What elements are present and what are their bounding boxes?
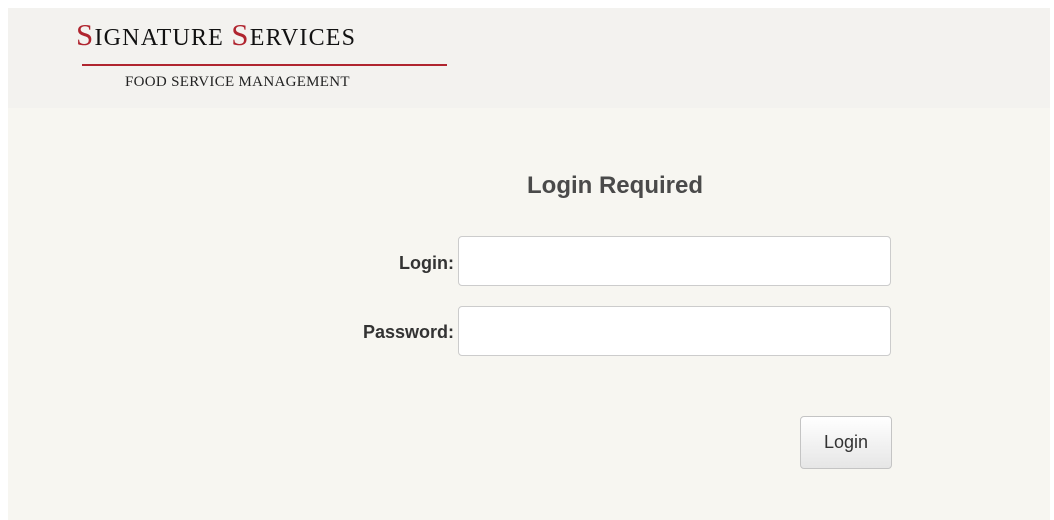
login-label: Login: — [399, 253, 454, 273]
password-label: Password: — [362, 322, 454, 342]
logo-title-word-2: ERVICES — [249, 25, 357, 51]
password-input[interactable] — [458, 306, 891, 356]
logo-subtitle: FOOD SERVICE MANAGEMENT — [125, 74, 350, 90]
signature-services-logo: SIGNATURE SERVICES FOOD SERVICE MANAGEME… — [76, 17, 476, 100]
login-button[interactable]: Login — [800, 416, 892, 469]
site-header: SIGNATURE SERVICES FOOD SERVICE MANAGEME… — [8, 8, 1050, 108]
logo-title-initial-2: S — [231, 17, 250, 52]
logo-title: SIGNATURE SERVICES — [76, 17, 357, 53]
form-title: Login Required — [527, 172, 703, 199]
logo-title-word-1: IGNATURE — [94, 25, 232, 51]
logo-title-initial-1: S — [76, 17, 95, 52]
page-container: SIGNATURE SERVICES FOOD SERVICE MANAGEME… — [8, 8, 1050, 520]
login-input[interactable] — [458, 236, 891, 286]
logo-divider — [82, 64, 447, 66]
